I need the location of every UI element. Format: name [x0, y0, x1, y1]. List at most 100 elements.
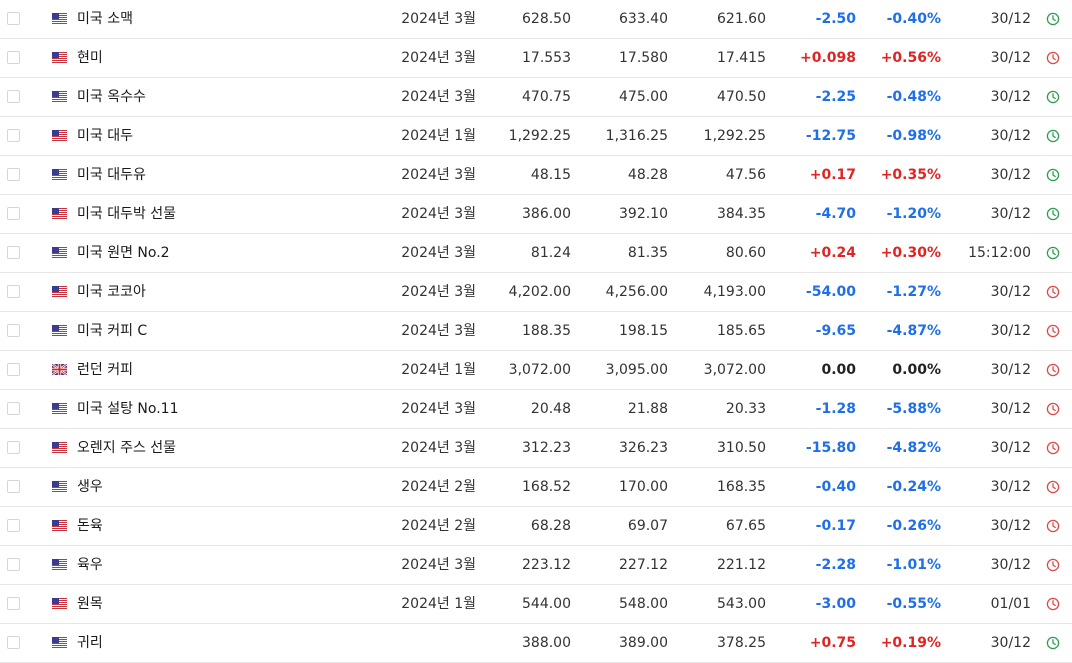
commodity-name[interactable]: 미국 설탕 No.11	[77, 390, 178, 428]
row-checkbox[interactable]	[7, 90, 20, 103]
high-price: 475.00	[619, 89, 668, 105]
row-checkbox[interactable]	[7, 597, 20, 610]
low-price: 17.415	[717, 50, 766, 66]
market-closed-clock-icon	[1046, 558, 1060, 572]
update-time: 30/12	[990, 128, 1031, 144]
change-percent: 0.00%	[892, 362, 941, 378]
low-price: 378.25	[717, 635, 766, 651]
change-percent: -0.40%	[886, 11, 941, 27]
low-price: 384.35	[717, 206, 766, 222]
update-time: 30/12	[990, 284, 1031, 300]
table-row[interactable]: 미국 커피 C 2024년 3월 188.35 198.15 185.65 -9…	[0, 312, 1072, 351]
commodity-name[interactable]: 미국 코코아	[77, 273, 146, 311]
row-checkbox[interactable]	[7, 129, 20, 142]
row-checkbox[interactable]	[7, 480, 20, 493]
commodity-name[interactable]: 미국 대두박 선물	[77, 195, 176, 233]
row-checkbox[interactable]	[7, 168, 20, 181]
table-row[interactable]: 런던 커피 2024년 1월 3,072.00 3,095.00 3,072.0…	[0, 351, 1072, 390]
row-checkbox[interactable]	[7, 207, 20, 220]
row-checkbox[interactable]	[7, 402, 20, 415]
commodity-name[interactable]: 미국 대두유	[77, 156, 146, 194]
table-row[interactable]: 미국 코코아 2024년 3월 4,202.00 4,256.00 4,193.…	[0, 273, 1072, 312]
last-price: 628.50	[522, 11, 571, 27]
row-checkbox[interactable]	[7, 441, 20, 454]
last-price: 20.48	[530, 401, 571, 417]
commodity-name[interactable]: 돈육	[77, 507, 103, 545]
high-price: 21.88	[627, 401, 668, 417]
table-row[interactable]: 돈육 2024년 2월 68.28 69.07 67.65 -0.17 -0.2…	[0, 507, 1072, 546]
update-time: 15:12:00	[968, 245, 1031, 261]
row-checkbox[interactable]	[7, 51, 20, 64]
commodity-name[interactable]: 미국 소맥	[77, 0, 133, 38]
change-value: +0.17	[809, 167, 856, 183]
commodity-name[interactable]: 미국 옥수수	[77, 78, 146, 116]
us-flag-icon	[52, 169, 67, 180]
commodity-name[interactable]: 육우	[77, 546, 103, 584]
contract-month: 2024년 3월	[401, 50, 476, 66]
table-row[interactable]: 미국 옥수수 2024년 3월 470.75 475.00 470.50 -2.…	[0, 78, 1072, 117]
commodity-name[interactable]: 미국 커피 C	[77, 312, 147, 350]
table-row[interactable]: 미국 대두 2024년 1월 1,292.25 1,316.25 1,292.2…	[0, 117, 1072, 156]
commodity-name[interactable]: 오렌지 주스 선물	[77, 429, 176, 467]
update-time: 30/12	[990, 89, 1031, 105]
contract-month: 2024년 3월	[401, 557, 476, 573]
last-price: 223.12	[522, 557, 571, 573]
change-percent: +0.19%	[880, 635, 941, 651]
table-row[interactable]: 미국 대두박 선물 2024년 3월 386.00 392.10 384.35 …	[0, 195, 1072, 234]
table-row[interactable]: 오렌지 주스 선물 2024년 3월 312.23 326.23 310.50 …	[0, 429, 1072, 468]
table-row[interactable]: 원목 2024년 1월 544.00 548.00 543.00 -3.00 -…	[0, 585, 1072, 624]
commodity-name[interactable]: 원목	[77, 585, 103, 623]
update-time: 30/12	[990, 167, 1031, 183]
change-value: -2.50	[815, 11, 856, 27]
change-percent: -5.88%	[886, 401, 941, 417]
change-value: +0.24	[809, 245, 856, 261]
last-price: 388.00	[522, 635, 571, 651]
commodity-name[interactable]: 런던 커피	[77, 351, 133, 389]
us-flag-icon	[52, 91, 67, 102]
commodity-name[interactable]: 미국 원면 No.2	[77, 234, 170, 272]
update-time: 30/12	[990, 440, 1031, 456]
row-checkbox[interactable]	[7, 12, 20, 25]
market-open-clock-icon	[1046, 12, 1060, 26]
row-checkbox[interactable]	[7, 285, 20, 298]
us-flag-icon	[52, 637, 67, 648]
high-price: 170.00	[619, 479, 668, 495]
us-flag-icon	[52, 52, 67, 63]
commodity-name[interactable]: 생우	[77, 468, 103, 506]
commodity-name[interactable]: 현미	[77, 39, 103, 77]
update-time: 30/12	[990, 635, 1031, 651]
table-row[interactable]: 현미 2024년 3월 17.553 17.580 17.415 +0.098 …	[0, 39, 1072, 78]
low-price: 20.33	[725, 401, 766, 417]
change-value: -3.00	[815, 596, 856, 612]
table-row[interactable]: 귀리 388.00 389.00 378.25 +0.75 +0.19% 30/…	[0, 624, 1072, 663]
update-time: 30/12	[990, 11, 1031, 27]
table-row[interactable]: 육우 2024년 3월 223.12 227.12 221.12 -2.28 -…	[0, 546, 1072, 585]
table-row[interactable]: 미국 원면 No.2 2024년 3월 81.24 81.35 80.60 +0…	[0, 234, 1072, 273]
low-price: 621.60	[717, 11, 766, 27]
row-checkbox[interactable]	[7, 246, 20, 259]
commodity-name[interactable]: 미국 대두	[77, 117, 133, 155]
us-flag-icon	[52, 559, 67, 570]
table-row[interactable]: 미국 소맥 2024년 3월 628.50 633.40 621.60 -2.5…	[0, 0, 1072, 39]
table-row[interactable]: 생우 2024년 2월 168.52 170.00 168.35 -0.40 -…	[0, 468, 1072, 507]
update-time: 30/12	[990, 362, 1031, 378]
contract-month: 2024년 3월	[401, 401, 476, 417]
change-value: -0.17	[815, 518, 856, 534]
contract-month: 2024년 1월	[401, 596, 476, 612]
high-price: 69.07	[627, 518, 668, 534]
last-price: 168.52	[522, 479, 571, 495]
low-price: 80.60	[725, 245, 766, 261]
row-checkbox[interactable]	[7, 519, 20, 532]
row-checkbox[interactable]	[7, 558, 20, 571]
market-open-clock-icon	[1046, 246, 1060, 260]
contract-month: 2024년 1월	[401, 362, 476, 378]
commodity-name[interactable]: 귀리	[77, 624, 103, 662]
row-checkbox[interactable]	[7, 324, 20, 337]
low-price: 470.50	[717, 89, 766, 105]
row-checkbox[interactable]	[7, 636, 20, 649]
update-time: 01/01	[990, 596, 1031, 612]
table-row[interactable]: 미국 대두유 2024년 3월 48.15 48.28 47.56 +0.17 …	[0, 156, 1072, 195]
row-checkbox[interactable]	[7, 363, 20, 376]
table-row[interactable]: 미국 설탕 No.11 2024년 3월 20.48 21.88 20.33 -…	[0, 390, 1072, 429]
high-price: 326.23	[619, 440, 668, 456]
